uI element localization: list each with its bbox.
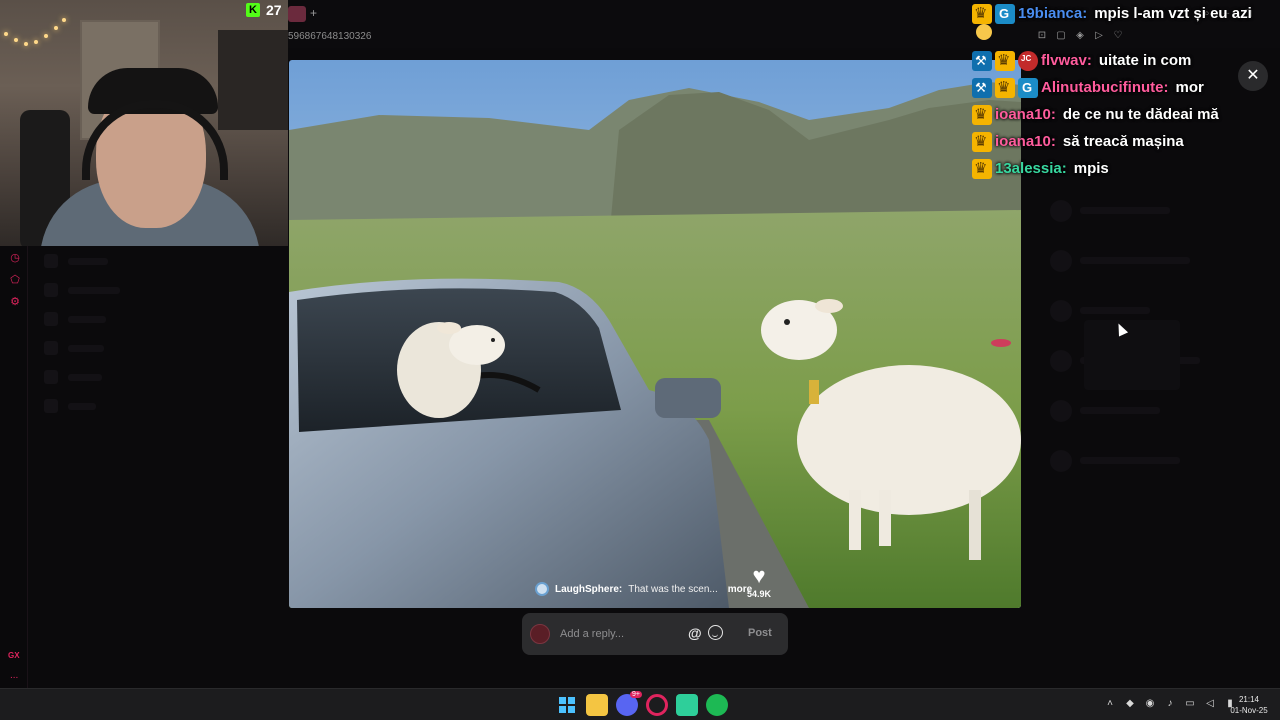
reply-input[interactable] (560, 621, 700, 647)
chat-username[interactable]: ioana10: (995, 106, 1056, 123)
kick-icon: K (246, 3, 260, 17)
string-lights (0, 10, 80, 50)
file-explorer-icon[interactable] (586, 694, 608, 716)
post-button[interactable]: Post (748, 627, 772, 639)
taskbar: 9+ ˄ ◆ ◉ ♪ ▭ ◁ ▮ 21:14 01-Nov-25 (0, 688, 1280, 720)
chat-message: flvwav: uitate in com (972, 47, 1272, 74)
emoji-icon (976, 24, 992, 40)
screen: ◷ ⬠ ⚙ GX ... + 596867648130326 ⊡ ▢ ◈ ▷ ♡… (0, 0, 1280, 720)
spotify-icon[interactable] (706, 694, 728, 716)
chat-overlay: 19bianca: mpis l-am vzt și eu azi flvwav… (972, 0, 1272, 182)
chat-message: Alinutabucifinute: mor (972, 74, 1272, 101)
heart-icon[interactable]: ♥ (745, 565, 773, 587)
new-tab-icon[interactable]: + (310, 6, 317, 20)
browser-sidebar: ◷ ⬠ ⚙ GX ... (0, 246, 28, 688)
moderator-badge-icon (972, 77, 992, 98)
viewer-counter: K 27 (246, 2, 282, 18)
extensions-icon[interactable]: ⬠ (9, 274, 21, 286)
like-button[interactable]: ♥ 54.9K (745, 565, 773, 600)
more-icon[interactable]: ... (10, 670, 18, 681)
background-nav (44, 254, 204, 428)
chat-text: de ce nu te dădeai mă (1062, 106, 1219, 123)
caption-username[interactable]: LaughSphere: (555, 584, 622, 595)
chat-message: 19bianca: mpis l-am vzt și eu azi (972, 0, 1272, 27)
chat-text: uitate in com (1098, 52, 1192, 69)
jc-badge-icon (1018, 50, 1038, 71)
start-button-icon[interactable] (556, 694, 578, 716)
crown-badge-icon (995, 77, 1015, 98)
chat-username[interactable]: 13alessia: (995, 160, 1067, 177)
volume-icon[interactable]: ◁ (1204, 698, 1216, 709)
controller-icon[interactable]: ◉ (1144, 698, 1156, 709)
webcam-shelf (218, 30, 288, 130)
chat-text: mpis l-am vzt și eu azi (1094, 5, 1252, 22)
chat-message: ioana10: de ce nu te dădeai mă (972, 101, 1272, 128)
url-fragment: 596867648130326 (288, 31, 372, 42)
system-tray: ˄ ◆ ◉ ♪ ▭ ◁ ▮ (1104, 698, 1236, 709)
sheep-car-image (289, 60, 1021, 608)
history-icon[interactable]: ◷ (9, 252, 21, 264)
chat-username[interactable]: Alinutabucifinute: (1041, 79, 1169, 96)
caption-text: That was the scen... (628, 583, 718, 595)
chat-username[interactable]: ioana10: (995, 133, 1056, 150)
viewer-count: 27 (266, 2, 282, 18)
subscriber-badge-icon (995, 3, 1015, 24)
discord-icon[interactable]: 9+ (616, 691, 642, 716)
chat-username[interactable]: 19bianca: (1018, 5, 1087, 22)
crown-badge-icon (972, 104, 992, 125)
chat-text: să treacă mașina (1062, 133, 1184, 150)
chevron-up-icon[interactable]: ˄ (1104, 698, 1116, 709)
chat-text: mor (1175, 79, 1204, 96)
media-viewer[interactable]: LaughSphere: That was the scen... more ♥… (289, 60, 1021, 608)
moderator-badge-icon (972, 50, 992, 71)
chat-message: 13alessia: mpis (972, 155, 1272, 182)
reply-bar: @ Post (522, 613, 788, 655)
emoji-icon[interactable] (708, 625, 723, 640)
crown-badge-icon (995, 50, 1015, 71)
chat-message: ioana10: să treacă mașina (972, 128, 1272, 155)
display-icon[interactable]: ▭ (1184, 698, 1196, 709)
app-icon[interactable] (676, 694, 698, 716)
crown-badge-icon (972, 131, 992, 152)
taskbar-apps: 9+ (556, 691, 728, 716)
gx-label[interactable]: GX (8, 651, 20, 660)
user-avatar (530, 624, 550, 644)
webcam-feed (0, 0, 288, 246)
clock-time: 21:14 (1238, 695, 1260, 704)
discord-badge: 9+ (630, 691, 642, 698)
background-card (1084, 320, 1180, 390)
chat-text: mpis (1073, 160, 1109, 177)
mention-icon[interactable]: @ (688, 625, 702, 641)
network-app-icon[interactable]: ◆ (1124, 698, 1136, 709)
clock-date: 01-Nov-25 (1230, 706, 1268, 715)
clock[interactable]: 21:14 01-Nov-25 (1226, 694, 1272, 716)
browser-tab[interactable] (288, 6, 306, 22)
chat-username[interactable]: flvwav: (1041, 52, 1092, 69)
settings-icon[interactable]: ⚙ (9, 296, 21, 308)
subscriber-badge-icon (1018, 77, 1038, 98)
microphone-icon[interactable]: ♪ (1164, 698, 1176, 709)
crown-badge-icon (972, 3, 992, 24)
crown-badge-icon (972, 158, 992, 179)
caption-avatar[interactable] (535, 582, 549, 596)
like-count: 54.9K (746, 589, 772, 599)
opera-gx-icon[interactable] (646, 694, 668, 716)
post-caption: LaughSphere: That was the scen... more (535, 582, 752, 596)
